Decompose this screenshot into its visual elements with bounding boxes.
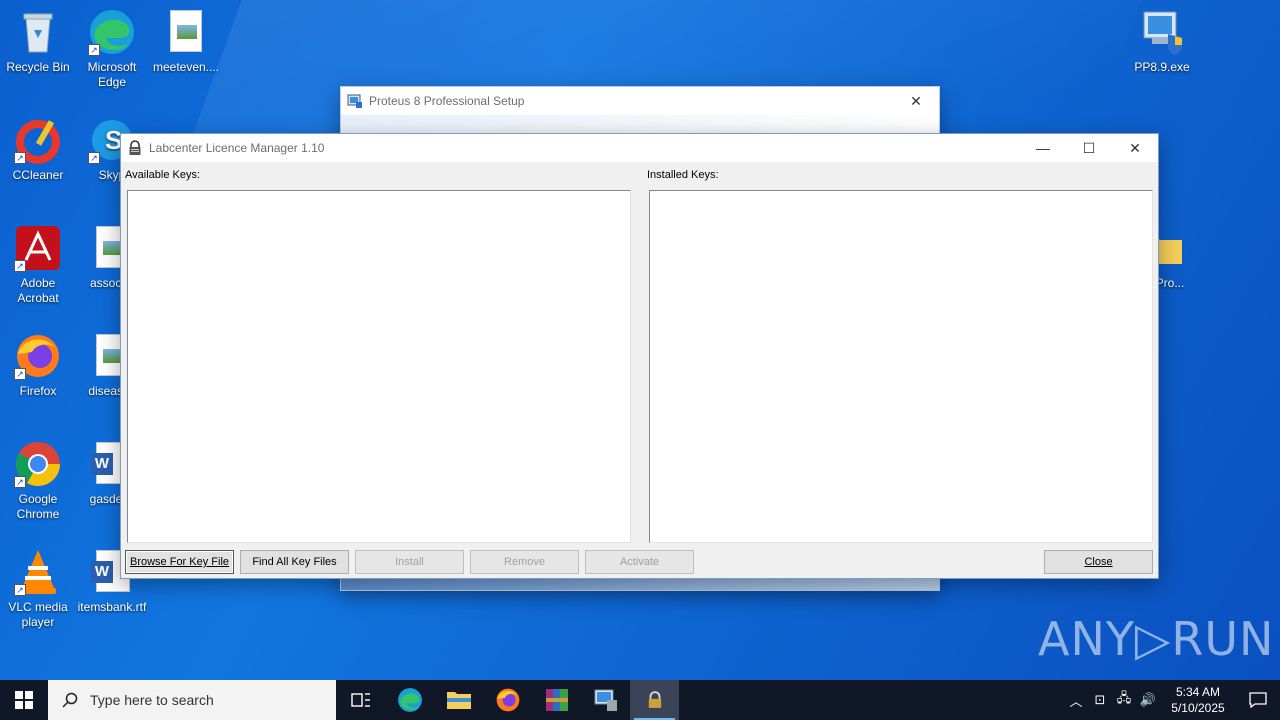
shortcut-arrow-icon: ↗ (88, 152, 100, 164)
winrar-icon (545, 689, 568, 711)
setup-app-icon (347, 94, 362, 108)
start-button[interactable] (0, 680, 48, 720)
desktop-icon-label: Firefox (19, 384, 57, 398)
edge-icon (397, 688, 422, 712)
desktop-icon-google-chrome[interactable]: ↗ Google Chrome (0, 440, 76, 522)
taskbar-edge[interactable] (385, 680, 434, 720)
close-window-button[interactable]: ✕ (1112, 134, 1158, 162)
acrobat-icon: ↗ (14, 224, 62, 272)
folder-icon (446, 692, 471, 709)
image-file-icon (162, 8, 210, 56)
find-all-key-files-button[interactable]: Find All Key Files (240, 550, 349, 574)
desktop-icon-label: itemsbank.rtf (77, 600, 147, 614)
shortcut-arrow-icon: ↗ (14, 584, 26, 596)
setup-window-title: Proteus 8 Professional Setup (369, 94, 525, 108)
desktop-icon-recycle-bin[interactable]: Recycle Bin (0, 8, 76, 75)
task-view-button[interactable] (336, 680, 385, 720)
desktop-icon-label: meeteven.... (152, 60, 220, 74)
clock-date: 5/10/2025 (1171, 701, 1225, 715)
firefox-icon (496, 688, 519, 712)
recycle-bin-icon (14, 8, 62, 56)
installer-icon (594, 689, 617, 711)
activate-button-label: Activate (619, 556, 660, 568)
desktop-icon-firefox[interactable]: ↗ Firefox (0, 332, 76, 399)
installed-keys-list[interactable] (649, 190, 1153, 543)
vlc-icon: ↗ (14, 548, 62, 596)
remove-button-label: Remove (504, 556, 545, 568)
network-drive-icon[interactable]: ⊡ (1088, 692, 1112, 708)
shortcut-arrow-icon: ↗ (14, 260, 26, 272)
close-button-label: Close (1084, 556, 1113, 568)
minimize-button[interactable]: — (1020, 134, 1066, 162)
search-placeholder: Type here to search (90, 692, 214, 708)
desktop-icon-label: Google Chrome (16, 492, 60, 521)
taskbar-setup-installer[interactable] (581, 680, 630, 720)
activate-button[interactable]: Activate (585, 550, 694, 574)
taskbar-winrar[interactable] (532, 680, 581, 720)
task-view-icon (350, 693, 370, 707)
clock-time: 5:34 AM (1175, 685, 1221, 699)
search-icon (62, 692, 78, 708)
chrome-icon: ↗ (14, 440, 62, 488)
padlock-icon (648, 691, 661, 708)
remove-button[interactable]: Remove (470, 550, 579, 574)
desktop-icon-ccleaner[interactable]: ↗ CCleaner (0, 116, 76, 183)
browse-button-label: Browse For Key File (129, 556, 230, 568)
taskbar-search-box[interactable]: Type here to search (48, 680, 336, 720)
desktop-icon-label: VLC media player (8, 600, 68, 629)
taskbar: Type here to search ︿ ⊡ 🖧 🔊 5:34 AM 5/10… (0, 680, 1280, 720)
desktop-icon-label: PP8.9.exe (1134, 60, 1190, 74)
setup-close-button[interactable]: ✕ (893, 87, 939, 115)
desktop-icon-label: CCleaner (12, 168, 64, 182)
setup-progress-strip (341, 578, 939, 590)
shortcut-arrow-icon: ↗ (14, 152, 26, 164)
maximize-button[interactable]: ☐ (1066, 134, 1112, 162)
desktop-icon-pp89-exe[interactable]: PP8.9.exe (1124, 8, 1200, 75)
desktop-icon-label: Recycle Bin (6, 60, 70, 74)
licence-manager-titlebar[interactable]: Labcenter Licence Manager 1.10 — ☐ ✕ (121, 134, 1158, 162)
desktop-icon-vlc[interactable]: ↗ VLC media player (0, 548, 76, 630)
system-tray: ︿ ⊡ 🖧 🔊 5:34 AM 5/10/2025 (1064, 680, 1280, 720)
install-button-label: Install (395, 556, 424, 568)
taskbar-firefox[interactable] (483, 680, 532, 720)
close-button[interactable]: Close (1044, 550, 1153, 574)
clock[interactable]: 5:34 AM 5/10/2025 (1160, 684, 1236, 716)
available-keys-label: Available Keys: (125, 169, 201, 181)
desktop-icon-label: Microsoft Edge (87, 60, 137, 89)
notifications-button[interactable] (1236, 680, 1280, 720)
desktop-icon-microsoft-edge[interactable]: ↗ Microsoft Edge (74, 8, 150, 90)
available-keys-list[interactable] (127, 190, 631, 543)
shortcut-arrow-icon: ↗ (88, 44, 100, 56)
browse-for-key-file-button[interactable]: Browse For Key File (125, 550, 234, 574)
desktop-icon-meeteven[interactable]: meeteven.... (148, 8, 224, 75)
shortcut-arrow-icon: ↗ (14, 368, 26, 380)
desktop-icon-label: Adobe Acrobat (17, 276, 59, 305)
taskbar-file-explorer[interactable] (434, 680, 483, 720)
anyrun-watermark: ANY▷RUN (1038, 612, 1275, 666)
licence-manager-window[interactable]: Labcenter Licence Manager 1.10 — ☐ ✕ Ava… (120, 133, 1159, 579)
install-button[interactable]: Install (355, 550, 464, 574)
volume-icon[interactable]: 🔊 (1136, 692, 1160, 708)
ccleaner-icon: ↗ (14, 116, 62, 164)
setup-titlebar[interactable]: Proteus 8 Professional Setup ✕ (341, 87, 939, 115)
shortcut-arrow-icon: ↗ (14, 476, 26, 488)
find-all-button-label: Find All Key Files (252, 556, 337, 568)
desktop-icon-adobe-acrobat[interactable]: ↗ Adobe Acrobat (0, 224, 76, 306)
show-hidden-icons-chevron-icon[interactable]: ︿ (1064, 691, 1088, 710)
padlock-icon (129, 140, 141, 155)
installer-icon (1138, 8, 1186, 56)
edge-icon: ↗ (88, 8, 136, 56)
network-icon[interactable]: 🖧 (1112, 689, 1136, 711)
taskbar-licence-manager[interactable] (630, 680, 679, 720)
setup-banner (341, 115, 939, 135)
licence-manager-title: Labcenter Licence Manager 1.10 (149, 141, 325, 155)
windows-logo-icon (15, 691, 33, 709)
firefox-icon: ↗ (14, 332, 62, 380)
notification-icon (1249, 692, 1267, 708)
installed-keys-label: Installed Keys: (647, 169, 719, 181)
